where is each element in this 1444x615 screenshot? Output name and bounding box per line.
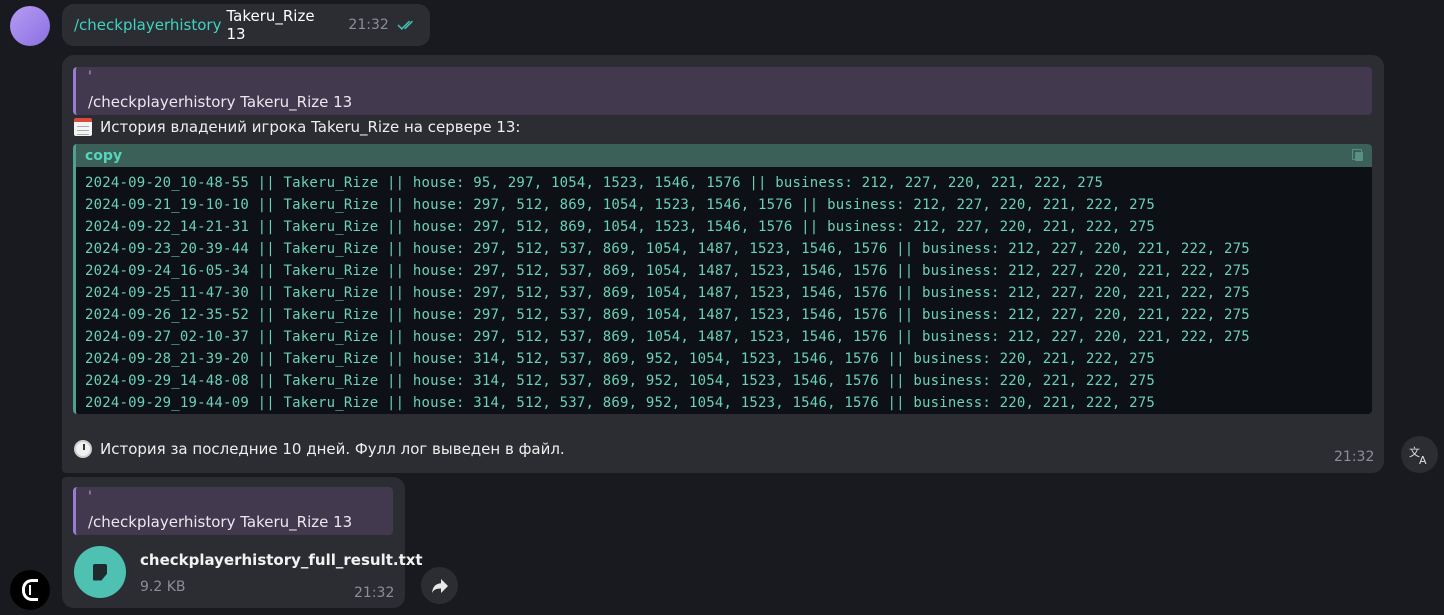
double-check-icon bbox=[397, 20, 413, 30]
file-message[interactable]: ' /checkplayerhistory Takeru_Rize 13 che… bbox=[62, 477, 423, 608]
code-block-body: 2024-09-20_10-48-55 || Takeru_Rize || ho… bbox=[76, 167, 1372, 414]
code-line: 2024-09-23_20-39-44 || Takeru_Rize || ho… bbox=[85, 241, 1250, 257]
file-download-button[interactable] bbox=[74, 546, 126, 598]
code-line: 2024-09-29_14-48-08 || Takeru_Rize || ho… bbox=[85, 373, 1155, 389]
footer-text: История за последние 10 дней. Фулл лог в… bbox=[100, 440, 565, 458]
headline-text: История владений игрока Takeru_Rize на с… bbox=[100, 118, 521, 136]
code-line: 2024-09-24_16-05-34 || Takeru_Rize || ho… bbox=[85, 263, 1250, 279]
history-headline: История владений игрока Takeru_Rize на с… bbox=[74, 118, 520, 136]
reply-quote-text: /checkplayerhistory Takeru_Rize 13 bbox=[88, 513, 353, 531]
bot-avatar[interactable] bbox=[10, 570, 50, 610]
message-time: 21:32 bbox=[348, 17, 389, 33]
bot-logo-icon bbox=[22, 579, 38, 601]
code-line: 2024-09-25_11-47-30 || Takeru_Rize || ho… bbox=[85, 285, 1250, 301]
command-args: Takeru_Rize 13 bbox=[226, 7, 315, 43]
outgoing-message[interactable]: /checkplayerhistory Takeru_Rize 13 21:32 bbox=[62, 4, 430, 46]
code-line: 2024-09-26_12-35-52 || Takeru_Rize || ho… bbox=[85, 307, 1250, 323]
code-block[interactable]: copy 2024-09-20_10-48-55 || Takeru_Rize … bbox=[73, 144, 1372, 414]
forward-arrow-icon bbox=[431, 578, 448, 593]
user-avatar[interactable] bbox=[10, 6, 50, 46]
code-line: 2024-09-21_19-10-10 || Takeru_Rize || ho… bbox=[85, 197, 1155, 213]
reply-quote-text: /checkplayerhistory Takeru_Rize 13 bbox=[88, 93, 353, 111]
copy-icon[interactable] bbox=[1352, 149, 1364, 162]
forward-button[interactable] bbox=[421, 567, 458, 604]
reply-quote[interactable]: ' /checkplayerhistory Takeru_Rize 13 bbox=[73, 67, 1372, 115]
code-block-header: copy bbox=[76, 144, 1372, 167]
translate-icon: 文 A bbox=[1409, 445, 1427, 465]
svg-text:A: A bbox=[1419, 454, 1427, 465]
stopwatch-icon bbox=[74, 440, 92, 458]
code-line: 2024-09-27_02-10-37 || Takeru_Rize || ho… bbox=[85, 329, 1250, 345]
document-icon bbox=[93, 563, 107, 581]
reply-quote-mark: ' bbox=[88, 69, 92, 85]
message-time: 21:32 bbox=[354, 585, 395, 601]
calendar-icon bbox=[74, 118, 92, 136]
reply-quote[interactable]: ' /checkplayerhistory Takeru_Rize 13 bbox=[73, 487, 393, 535]
command-link[interactable]: /checkplayerhistory bbox=[74, 16, 221, 34]
reply-quote-mark: ' bbox=[88, 489, 92, 505]
code-line: 2024-09-28_21-39-20 || Takeru_Rize || ho… bbox=[85, 351, 1155, 367]
code-line: 2024-09-20_10-48-55 || Takeru_Rize || ho… bbox=[85, 175, 1104, 191]
file-size: 9.2 KB bbox=[140, 579, 186, 595]
code-line: 2024-09-22_14-21-31 || Takeru_Rize || ho… bbox=[85, 219, 1155, 235]
footer-note: История за последние 10 дней. Фулл лог в… bbox=[74, 440, 565, 458]
translate-button[interactable]: 文 A bbox=[1401, 436, 1438, 473]
result-message[interactable]: ' /checkplayerhistory Takeru_Rize 13 Ист… bbox=[62, 55, 1384, 473]
code-line: 2024-09-29_19-44-09 || Takeru_Rize || ho… bbox=[85, 395, 1155, 411]
code-language-label: copy bbox=[85, 147, 123, 164]
message-time: 21:32 bbox=[1334, 449, 1375, 465]
file-name[interactable]: checkplayerhistory_full_result.txt bbox=[140, 551, 423, 569]
